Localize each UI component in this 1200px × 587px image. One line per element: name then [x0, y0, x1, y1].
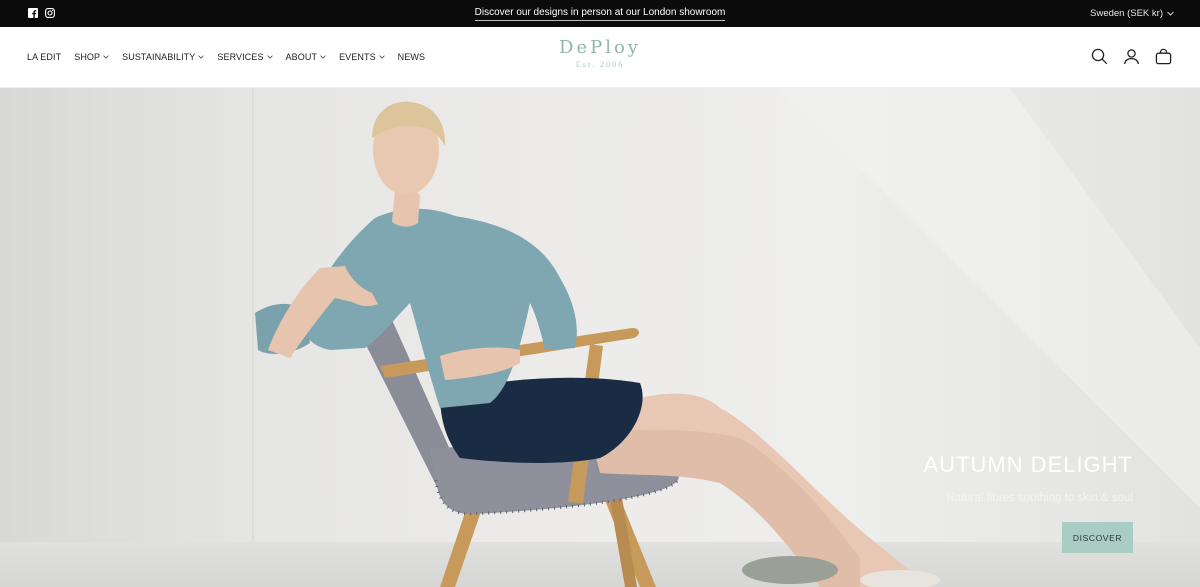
announcement: Discover our designs in person at our Lo… — [0, 7, 1200, 21]
hero-copy: AUTUMN DELIGHT Natural fibres soothing t… — [923, 452, 1133, 504]
hero-subtitle: Natural fibres soothing to skin & soul — [946, 492, 1133, 504]
hero-image — [255, 88, 1200, 587]
hero-banner: AUTUMN DELIGHT Natural fibres soothing t… — [0, 88, 1200, 587]
locale-label: Sweden (SEK kr) — [1090, 8, 1163, 19]
account-icon[interactable] — [1123, 48, 1140, 65]
hero-title: AUTUMN DELIGHT — [923, 452, 1133, 477]
header-actions — [1091, 48, 1172, 65]
logo-tagline: Est. 2006 — [575, 60, 625, 69]
chevron-down-icon — [1167, 11, 1174, 16]
site-header: LA EDIT SHOP SUSTAINABILITY SERVICES ABO… — [0, 27, 1200, 88]
locale-selector[interactable]: Sweden (SEK kr) — [1090, 8, 1174, 19]
search-icon[interactable] — [1091, 48, 1108, 65]
discover-button[interactable]: DISCOVER — [1062, 522, 1133, 553]
logo[interactable]: DePloy Est. 2006 — [0, 37, 1200, 69]
announcement-bar: Discover our designs in person at our Lo… — [0, 0, 1200, 27]
cart-icon[interactable] — [1155, 48, 1172, 65]
announcement-link[interactable]: Discover our designs in person at our Lo… — [474, 7, 726, 21]
logo-name: DePloy — [559, 37, 641, 58]
